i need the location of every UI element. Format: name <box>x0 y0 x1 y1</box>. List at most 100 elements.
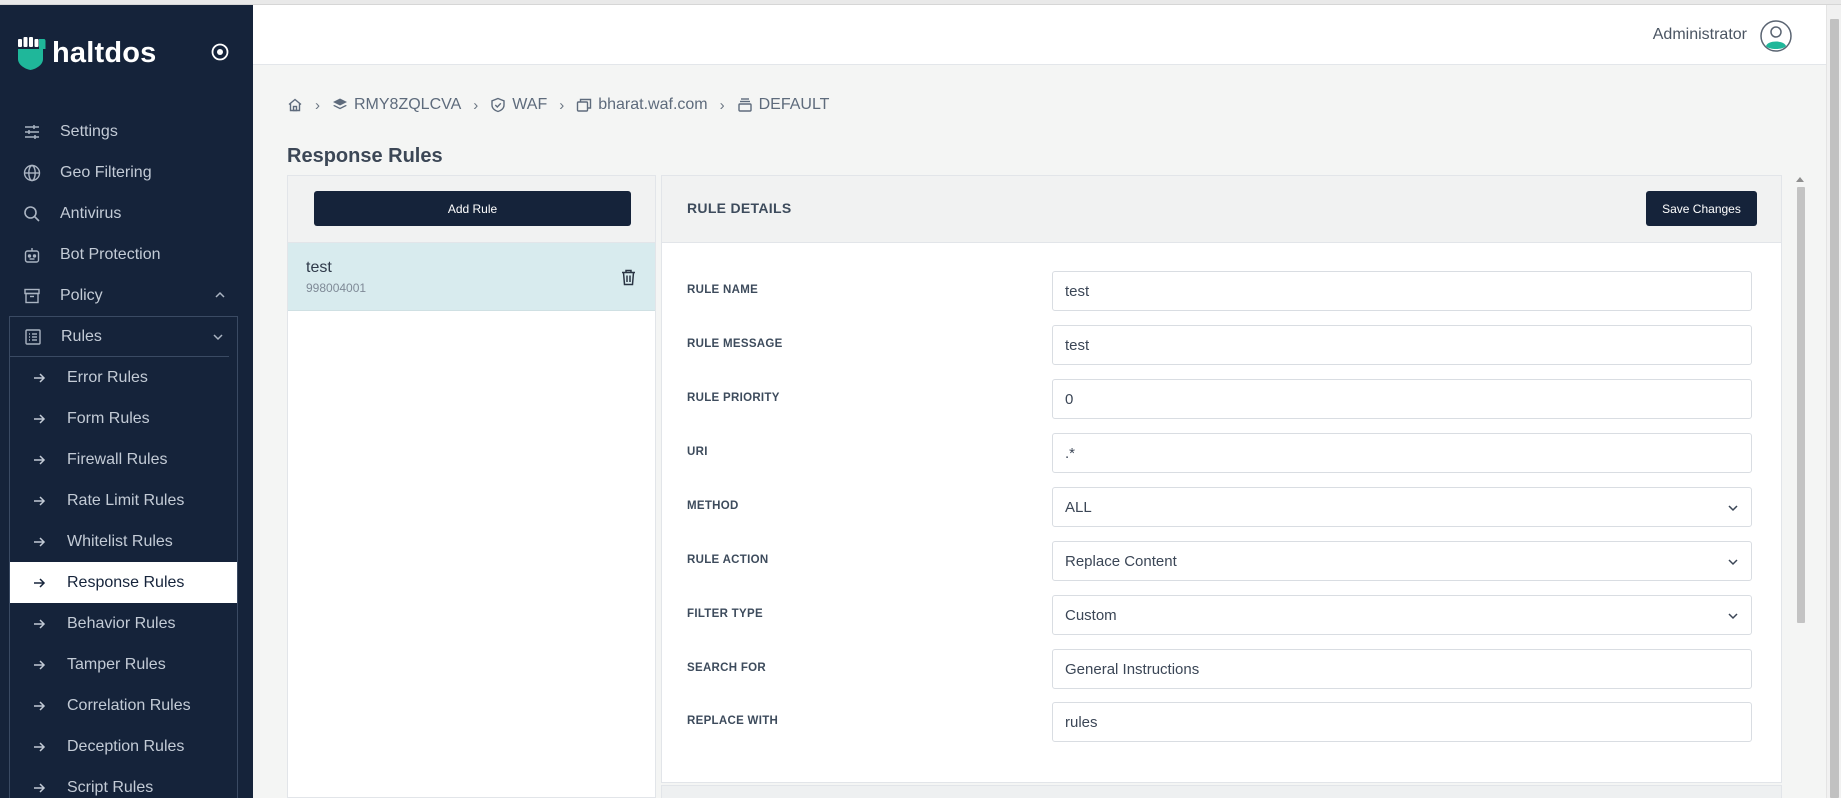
next-panel-edge <box>661 785 1782 798</box>
rule-name-row: RULE NAME test <box>662 271 1783 311</box>
breadcrumb-label: DEFAULT <box>758 96 830 113</box>
rule-name-input[interactable]: test <box>1052 271 1752 311</box>
sidebar-item-label: Firewall Rules <box>67 450 168 468</box>
breadcrumb-home[interactable] <box>287 97 303 113</box>
search-icon <box>22 204 42 224</box>
sidebar-item-policy[interactable]: Policy <box>0 275 253 316</box>
brand[interactable]: haltdos <box>17 33 157 73</box>
sidebar-item-deception-rules[interactable]: Deception Rules <box>10 726 237 767</box>
rule-id: 998004001 <box>306 281 367 295</box>
add-rule-button[interactable]: Add Rule <box>314 191 631 226</box>
breadcrumb: › RMY8ZQLCVA › WAF › bharat.waf.com › DE… <box>287 93 829 117</box>
filter-type-select[interactable]: Custom <box>1052 595 1752 635</box>
arrow-right-icon <box>32 616 48 632</box>
filter-type-row: FILTER TYPE Custom <box>662 595 1783 635</box>
shield-check-icon <box>491 97 505 113</box>
rule-action-label: RULE ACTION <box>687 554 769 566</box>
rule-priority-value: 0 <box>1065 390 1074 408</box>
sidebar-item-rate-limit-rules[interactable]: Rate Limit Rules <box>10 480 237 521</box>
arrow-right-icon <box>32 698 48 714</box>
filter-type-value: Custom <box>1065 606 1117 624</box>
replace-with-label: REPLACE WITH <box>687 715 779 727</box>
content-scrollbar[interactable] <box>1793 175 1806 798</box>
scroll-up-icon[interactable] <box>1796 177 1804 182</box>
sidebar-item-label: Whitelist Rules <box>67 532 173 550</box>
sidebar-item-label: Policy <box>60 286 103 304</box>
search-for-input[interactable]: General Instructions <box>1052 649 1752 689</box>
sidebar-item-bot-protection[interactable]: Bot Protection <box>0 234 253 275</box>
sidebar-item-rules[interactable]: Rules <box>10 317 229 357</box>
user-avatar-icon[interactable] <box>1760 20 1792 52</box>
list-icon <box>23 327 43 347</box>
sidebar-item-antivirus[interactable]: Antivirus <box>0 193 253 234</box>
search-for-label: SEARCH FOR <box>687 662 767 674</box>
breadcrumb-item[interactable]: DEFAULT <box>737 96 830 114</box>
rule-list-header: Add Rule <box>288 176 655 243</box>
page-scrollbar[interactable] <box>1826 5 1841 798</box>
rule-priority-input[interactable]: 0 <box>1052 379 1752 419</box>
arrow-right-icon <box>32 657 48 673</box>
rules-group: Rules Error Rules Form Rules Firewall Ru… <box>9 316 238 798</box>
scrollbar-thumb[interactable] <box>1830 19 1839 798</box>
sidebar-item-response-rules[interactable]: Response Rules <box>10 562 237 603</box>
breadcrumb-item[interactable]: WAF <box>490 96 547 114</box>
home-icon <box>288 98 302 112</box>
rule-message-input[interactable]: test <box>1052 325 1752 365</box>
rule-priority-label: RULE PRIORITY <box>687 392 780 404</box>
sidebar-item-behavior-rules[interactable]: Behavior Rules <box>10 603 237 644</box>
sidebar-item-whitelist-rules[interactable]: Whitelist Rules <box>10 521 237 562</box>
sidebar-item-tamper-rules[interactable]: Tamper Rules <box>10 644 237 685</box>
robot-icon <box>22 245 42 265</box>
stack-icon <box>737 98 752 112</box>
save-changes-button[interactable]: Save Changes <box>1646 191 1757 226</box>
globe-icon <box>22 163 42 183</box>
breadcrumb-label: bharat.waf.com <box>598 96 708 113</box>
sidebar-item-form-rules[interactable]: Form Rules <box>10 398 237 439</box>
user-name[interactable]: Administrator <box>1653 26 1747 44</box>
sidebar-item-script-rules[interactable]: Script Rules <box>10 767 237 798</box>
breadcrumb-separator: › <box>559 96 565 114</box>
arrow-right-icon <box>32 493 48 509</box>
rule-action-value: Replace Content <box>1065 552 1177 570</box>
sidebar-item-label: Response Rules <box>67 573 185 591</box>
trash-icon[interactable] <box>621 269 636 286</box>
breadcrumb-item[interactable]: RMY8ZQLCVA <box>332 96 461 114</box>
sidebar-item-label: Antivirus <box>60 204 122 222</box>
rule-name-label: RULE NAME <box>687 284 759 296</box>
sidebar: haltdos Settings Geo Filtering Antivirus… <box>0 5 253 798</box>
sidebar-item-label: Script Rules <box>67 778 154 796</box>
method-row: METHOD ALL <box>662 487 1783 527</box>
sidebar-item-label: Deception Rules <box>67 737 185 755</box>
rule-details-header: RULE DETAILS Save Changes <box>662 176 1781 243</box>
rule-details-panel: RULE DETAILS Save Changes RULE NAME test… <box>661 175 1782 783</box>
sidebar-item-settings[interactable]: Settings <box>0 111 253 152</box>
arrow-right-icon <box>32 575 48 591</box>
target-toggle-icon[interactable] <box>210 42 230 62</box>
rule-list-item[interactable]: test 998004001 <box>288 243 655 311</box>
method-label: METHOD <box>687 500 739 512</box>
sidebar-item-firewall-rules[interactable]: Firewall Rules <box>10 439 237 480</box>
sidebar-item-correlation-rules[interactable]: Correlation Rules <box>10 685 237 726</box>
uri-value: .* <box>1065 444 1076 462</box>
brand-name: haltdos <box>52 36 157 69</box>
method-select[interactable]: ALL <box>1052 487 1752 527</box>
rule-list-panel: Add Rule test 998004001 <box>287 175 656 798</box>
breadcrumb-separator: › <box>315 96 320 114</box>
archive-icon <box>22 286 42 306</box>
chevron-down-icon <box>213 334 223 341</box>
rule-action-select[interactable]: Replace Content <box>1052 541 1752 581</box>
arrow-right-icon <box>32 411 48 427</box>
replace-with-input[interactable]: rules <box>1052 702 1752 742</box>
sidebar-item-error-rules[interactable]: Error Rules <box>10 357 237 398</box>
arrow-right-icon <box>32 739 48 755</box>
chevron-up-icon <box>215 291 225 298</box>
rule-message-row: RULE MESSAGE test <box>662 325 1783 365</box>
breadcrumb-separator: › <box>473 96 479 114</box>
breadcrumb-item[interactable]: bharat.waf.com <box>576 96 708 114</box>
scrollbar-thumb[interactable] <box>1797 187 1805 623</box>
replace-with-row: REPLACE WITH rules <box>662 702 1783 742</box>
sidebar-item-geo-filtering[interactable]: Geo Filtering <box>0 152 253 193</box>
uri-input[interactable]: .* <box>1052 433 1752 473</box>
rule-name-value: test <box>1065 282 1090 300</box>
uri-label: URI <box>687 446 708 458</box>
